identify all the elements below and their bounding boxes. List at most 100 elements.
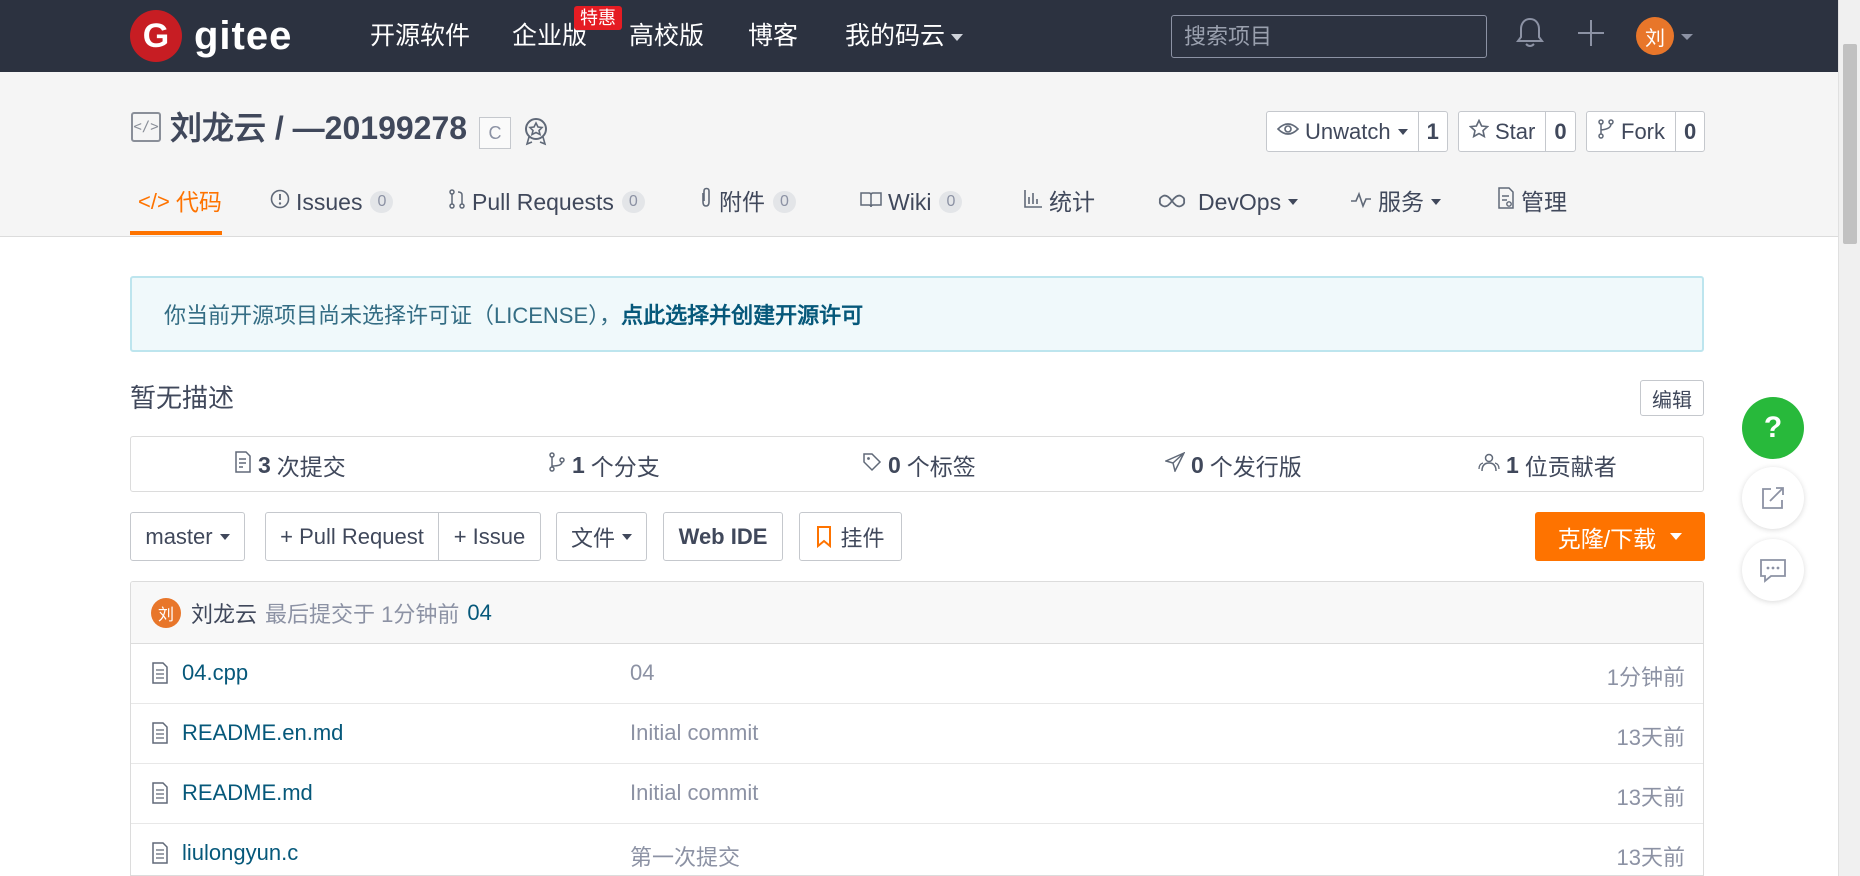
chevron-down-icon bbox=[1397, 128, 1408, 135]
gitee-logo-text: gitee bbox=[194, 13, 293, 58]
file-name-link[interactable]: README.md bbox=[182, 780, 313, 806]
user-menu-chevron-icon[interactable] bbox=[1681, 34, 1693, 40]
plus-icon[interactable] bbox=[1576, 18, 1606, 56]
commit-doc-icon bbox=[234, 451, 252, 479]
scrollbar-thumb[interactable] bbox=[1843, 44, 1857, 244]
nav-my-gitee-label: 我的码云 bbox=[845, 22, 946, 50]
chat-icon bbox=[1760, 559, 1786, 583]
help-button[interactable]: ? bbox=[1742, 397, 1804, 459]
pull-request-icon bbox=[448, 184, 466, 220]
bell-icon[interactable] bbox=[1516, 16, 1544, 58]
star-button[interactable]: Star bbox=[1459, 112, 1547, 151]
send-icon bbox=[1163, 451, 1186, 478]
file-row: liulongyun.c 第一次提交 13天前 bbox=[131, 824, 1703, 875]
chevron-down-icon bbox=[1670, 533, 1683, 540]
commit-message-link[interactable]: 04 bbox=[467, 600, 491, 626]
file-commit-link[interactable]: Initial commit bbox=[630, 720, 758, 746]
files-dropdown-label: 文件 bbox=[570, 525, 615, 551]
feedback-button[interactable] bbox=[1742, 539, 1804, 601]
last-commit-bar: 刘 刘龙云 最后提交于 1分钟前 04 bbox=[131, 582, 1703, 644]
new-issue-button[interactable]: + Issue bbox=[438, 512, 541, 561]
file-commit-link[interactable]: Initial commit bbox=[630, 780, 758, 806]
chevron-down-icon bbox=[951, 33, 964, 41]
commit-time: 最后提交于 1分钟前 bbox=[265, 601, 460, 627]
file-commit-link[interactable]: 第一次提交 bbox=[630, 840, 740, 872]
nav-blog[interactable]: 博客 bbox=[748, 18, 798, 54]
stat-releases-count: 0 bbox=[1191, 451, 1204, 478]
files-dropdown[interactable]: 文件 bbox=[556, 512, 647, 561]
nav-my-gitee[interactable]: 我的码云 bbox=[845, 18, 964, 54]
active-tab-indicator bbox=[130, 231, 222, 235]
tab-devops-label: DevOps bbox=[1198, 189, 1282, 215]
web-ide-button[interactable]: Web IDE bbox=[663, 512, 783, 561]
share-edit-button[interactable] bbox=[1742, 467, 1804, 529]
tab-pull-requests[interactable]: Pull Requests 0 bbox=[448, 184, 645, 220]
create-license-link[interactable]: 点此选择并创建开源许可 bbox=[621, 298, 863, 330]
gitee-logo-mark: G bbox=[130, 10, 182, 62]
tab-pull-requests-label: Pull Requests bbox=[472, 189, 614, 215]
page-scrollbar[interactable] bbox=[1838, 0, 1860, 876]
unwatch-button[interactable]: Unwatch bbox=[1267, 112, 1419, 151]
code-repo-icon: </> bbox=[131, 112, 161, 142]
star-label: Star bbox=[1495, 118, 1536, 144]
tab-pull-requests-count: 0 bbox=[621, 191, 645, 213]
nav-open-source[interactable]: 开源软件 bbox=[370, 18, 470, 54]
new-pull-request-button[interactable]: + Pull Request bbox=[265, 512, 439, 561]
promo-badge: 特惠 bbox=[574, 6, 622, 30]
chevron-down-icon bbox=[219, 533, 230, 540]
committer-avatar[interactable]: 刘 bbox=[151, 597, 181, 628]
widget-button[interactable]: 挂件 bbox=[799, 512, 902, 561]
tab-code[interactable]: </> 代码 bbox=[138, 184, 222, 220]
edit-description-button[interactable]: 编辑 bbox=[1640, 380, 1704, 416]
file-row: README.en.md Initial commit 13天前 bbox=[131, 704, 1703, 764]
fork-button[interactable]: Fork bbox=[1587, 112, 1676, 151]
license-notice: 你当前开源项目尚未选择许可证（LICENSE）， 点此选择并创建开源许可 bbox=[130, 276, 1704, 352]
file-name-link[interactable]: README.en.md bbox=[182, 720, 343, 746]
tab-statistics[interactable]: 统计 bbox=[1023, 184, 1095, 220]
stat-contributors[interactable]: 1 位贡献者 bbox=[1478, 437, 1617, 493]
code-icon: </> bbox=[138, 189, 170, 214]
tab-services[interactable]: 服务 bbox=[1350, 184, 1441, 220]
file-icon bbox=[151, 722, 169, 744]
edit-share-icon bbox=[1762, 487, 1784, 509]
file-name-link[interactable]: liulongyun.c bbox=[182, 840, 298, 866]
file-commit-link[interactable]: 04 bbox=[630, 660, 654, 686]
search-input[interactable] bbox=[1171, 15, 1487, 58]
fork-count[interactable]: 0 bbox=[1676, 112, 1704, 151]
star-icon bbox=[1468, 118, 1490, 145]
gitee-logo[interactable]: G gitee bbox=[130, 10, 292, 62]
stat-tags-count: 0 bbox=[888, 451, 901, 478]
file-list: 刘 刘龙云 最后提交于 1分钟前 04 04.cpp 04 1分钟前 READM… bbox=[130, 581, 1704, 876]
commit-author[interactable]: 刘龙云 bbox=[191, 597, 257, 629]
eye-icon bbox=[1276, 120, 1300, 143]
nav-education[interactable]: 高校版 bbox=[629, 18, 704, 54]
stat-branches-label: 个分支 bbox=[590, 454, 660, 480]
clone-download-button[interactable]: 克隆/下载 bbox=[1535, 512, 1705, 561]
fork-label: Fork bbox=[1621, 118, 1665, 144]
stat-releases[interactable]: 0 个发行版 bbox=[1163, 437, 1302, 493]
repo-title[interactable]: 刘龙云 / —20199278 bbox=[170, 106, 467, 150]
file-updated-time: 1分钟前 bbox=[1606, 665, 1685, 690]
file-updated-time: 13天前 bbox=[1616, 785, 1685, 810]
stat-branches-count: 1 bbox=[572, 451, 585, 478]
stat-commits[interactable]: 3 次提交 bbox=[234, 437, 346, 493]
stat-branches[interactable]: 1 个分支 bbox=[548, 437, 660, 493]
watch-group: Unwatch 1 bbox=[1266, 111, 1448, 152]
stat-tags[interactable]: 0 个标签 bbox=[862, 437, 976, 493]
tab-issues[interactable]: Issues 0 bbox=[270, 184, 394, 220]
tab-manage-label: 管理 bbox=[1521, 189, 1567, 215]
tab-attachments[interactable]: 附件 0 bbox=[699, 184, 796, 220]
stat-commits-count: 3 bbox=[258, 451, 271, 478]
tab-devops[interactable]: DevOps bbox=[1158, 184, 1299, 220]
watch-count[interactable]: 1 bbox=[1419, 112, 1447, 151]
tab-services-label: 服务 bbox=[1378, 189, 1424, 215]
medal-icon[interactable] bbox=[520, 115, 552, 147]
user-avatar[interactable]: 刘 bbox=[1636, 17, 1674, 55]
branch-select[interactable]: master bbox=[130, 512, 245, 561]
tab-wiki[interactable]: Wiki 0 bbox=[860, 184, 963, 220]
contributors-icon bbox=[1478, 452, 1500, 478]
file-name-link[interactable]: 04.cpp bbox=[182, 660, 248, 686]
tab-manage[interactable]: 管理 bbox=[1497, 184, 1567, 220]
file-updated-time: 13天前 bbox=[1616, 725, 1685, 750]
star-count[interactable]: 0 bbox=[1546, 112, 1574, 151]
